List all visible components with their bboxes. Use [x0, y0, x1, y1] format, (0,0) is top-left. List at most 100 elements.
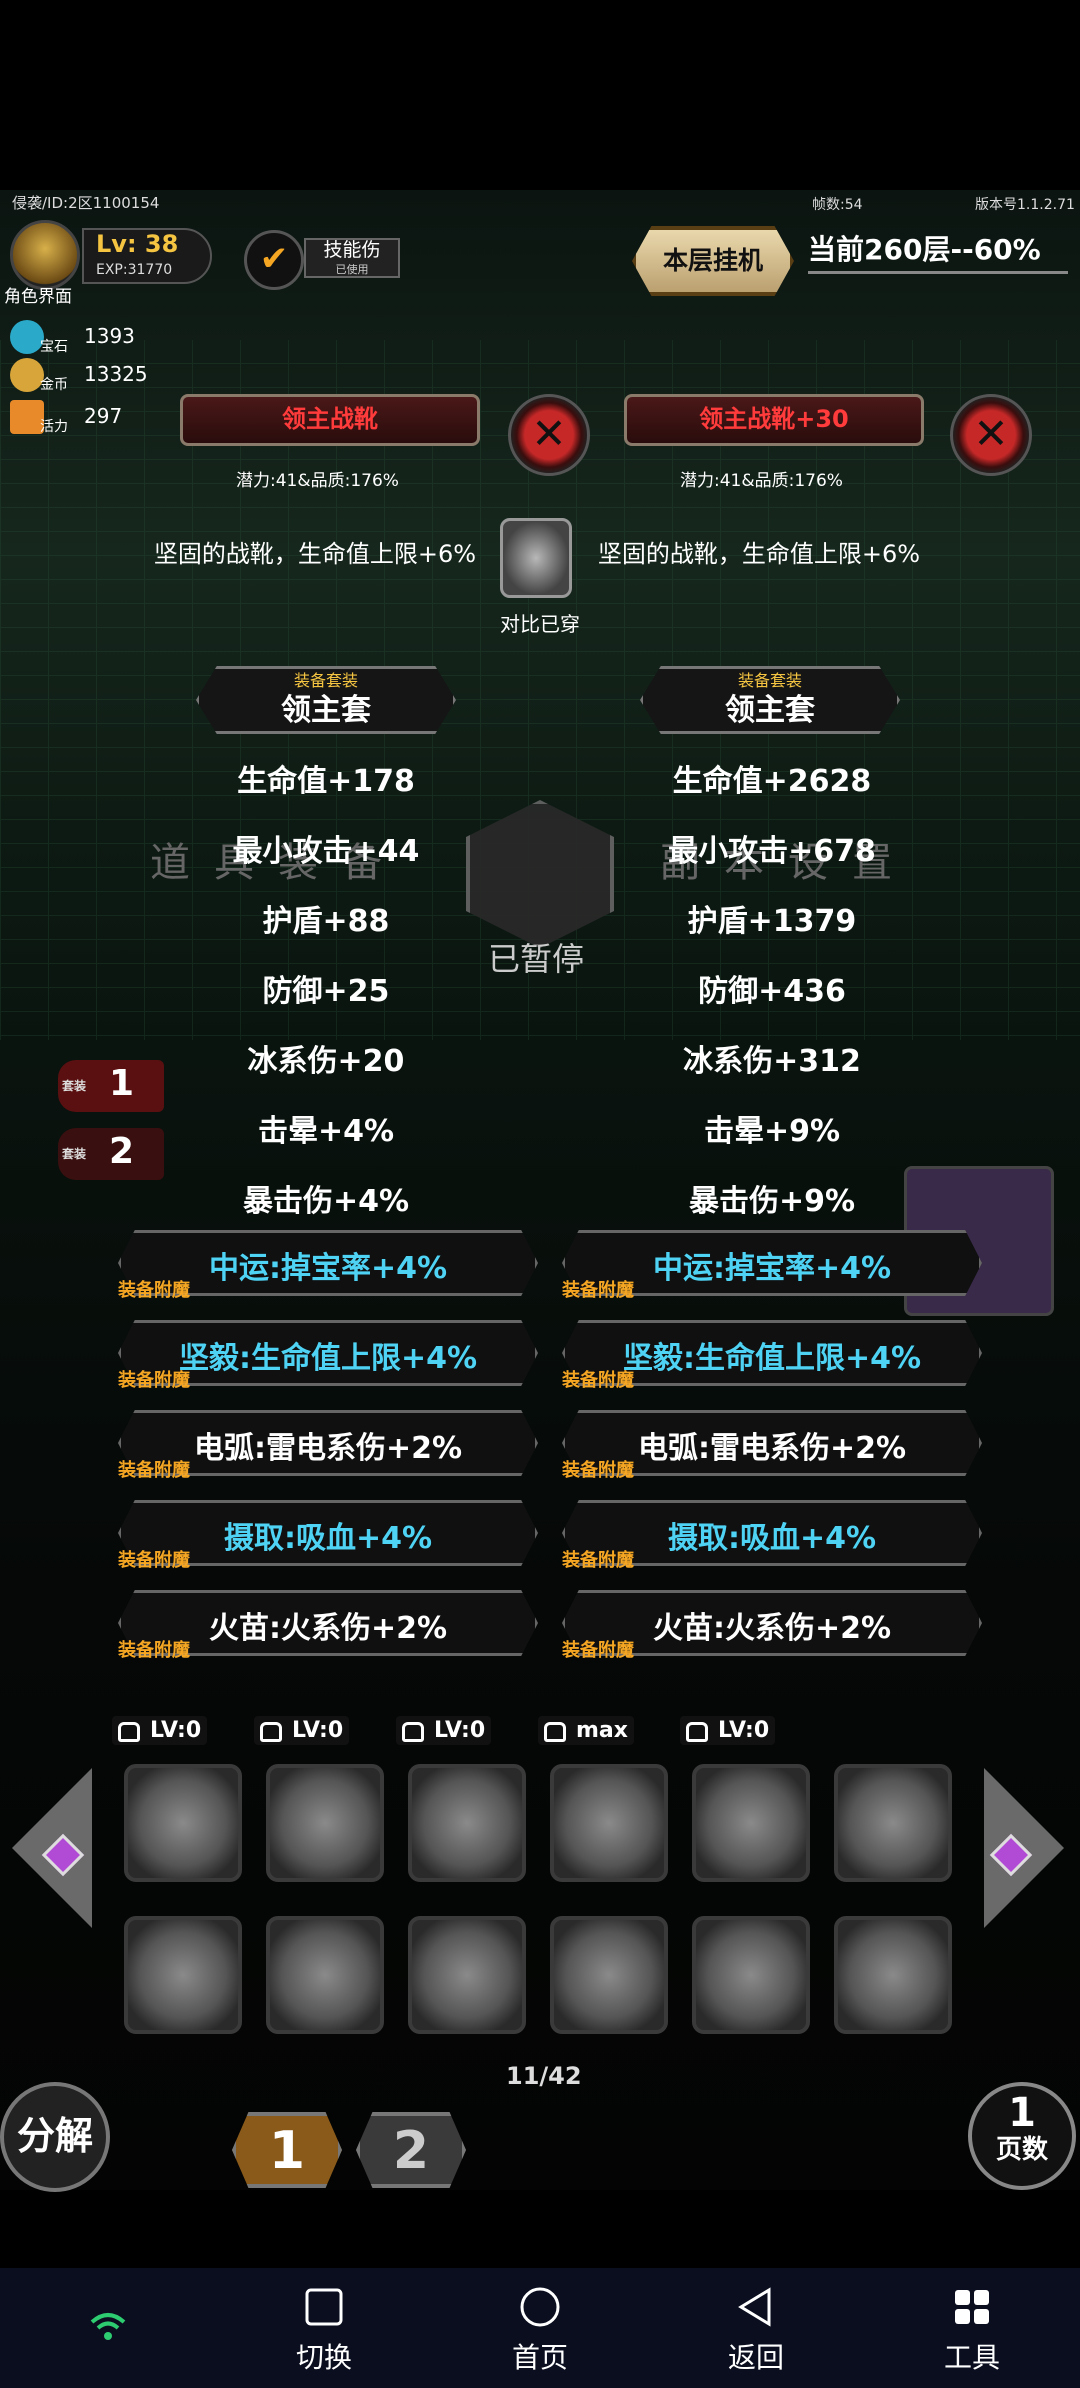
- right-potential: 潜力:41&品质:176%: [680, 471, 843, 491]
- resource-value: 13325: [84, 362, 148, 386]
- left-stat: 护盾+88: [262, 904, 390, 939]
- inventory-slot[interactable]: [124, 1764, 242, 1882]
- right-stat: 防御+436: [698, 974, 846, 1009]
- set-name: 领主套: [281, 693, 371, 728]
- right-stat: 击晕+9%: [703, 1114, 841, 1149]
- slot-level-text: max: [576, 1718, 628, 1743]
- right-set-tag: 装备套装 领主套: [640, 666, 900, 734]
- afk-floor-button[interactable]: 本层挂机: [632, 226, 794, 296]
- floor-progress: 当前260层--60%: [808, 228, 1068, 274]
- version-text: 版本号1.1.2.71: [975, 197, 1075, 213]
- left-stat: 冰系伤+20: [247, 1044, 405, 1079]
- enchant-tag: 装备附魔: [562, 1280, 634, 1301]
- avatar[interactable]: [10, 220, 80, 290]
- right-stat: 生命值+2628: [672, 764, 872, 799]
- nav-tools[interactable]: 工具: [912, 2286, 1032, 2376]
- lock-icon: [402, 1722, 424, 1742]
- set-caption: 装备套装: [293, 671, 358, 690]
- avatar-label[interactable]: 角色界面: [4, 282, 72, 307]
- inventory-slot[interactable]: [692, 1916, 810, 2034]
- lock-icon: [686, 1722, 708, 1742]
- helmet-icon[interactable]: [500, 518, 572, 598]
- left-stat: 最小攻击+44: [232, 834, 420, 869]
- back-triangle-icon: [738, 2287, 771, 2327]
- decompose-button[interactable]: 分解: [0, 2082, 110, 2192]
- page-tab-2[interactable]: 2: [356, 2112, 466, 2188]
- game-screen: 侵袭/ID:2区1100154 角色界面 Lv: 38 EXP:31770 宝石…: [0, 190, 1080, 2190]
- player-id: 侵袭/ID:2区1100154: [12, 194, 160, 212]
- resource-energy: 活力 297: [10, 400, 170, 435]
- suit-number: 1: [108, 1063, 134, 1104]
- coin-icon: [10, 358, 44, 392]
- lightning-icon: [10, 400, 44, 434]
- inventory-slot[interactable]: [408, 1764, 526, 1882]
- afk-floor-label: 本层挂机: [662, 246, 763, 275]
- right-stat: 护盾+1379: [687, 904, 857, 939]
- slot-level-text: LV:0: [434, 1718, 486, 1743]
- page-tab-1[interactable]: 1: [232, 2112, 342, 2188]
- slot-level: LV:0: [112, 1716, 208, 1745]
- suit-label: 套装: [62, 1147, 87, 1161]
- square-icon: [305, 2288, 343, 2326]
- inventory-slot[interactable]: [266, 1764, 384, 1882]
- lock-icon: [260, 1722, 282, 1742]
- level-text: Lv: 38: [96, 230, 179, 258]
- skill-damage-button[interactable]: ✔ 技能伤 已使用: [244, 230, 404, 290]
- enchant-tag: 装备附魔: [562, 1550, 634, 1571]
- pause-label[interactable]: 已暂停: [488, 934, 584, 980]
- suit-button-2[interactable]: 2 套装: [58, 1128, 164, 1180]
- grid-icon: [955, 2290, 989, 2324]
- right-stat: 暴击伤+9%: [688, 1184, 856, 1219]
- inventory-slot[interactable]: [834, 1916, 952, 2034]
- enchant-tag: 装备附魔: [562, 1370, 634, 1391]
- set-name: 领主套: [725, 693, 815, 728]
- resource-label: 宝石: [40, 339, 68, 355]
- page-count-button[interactable]: 1 页数: [968, 2082, 1076, 2190]
- set-caption: 装备套装: [737, 671, 802, 690]
- resource-gold: 金币 13325: [10, 358, 170, 393]
- nav-label: 首页: [511, 2341, 568, 2374]
- nav-switch[interactable]: 切换: [264, 2286, 384, 2376]
- slot-level: LV:0: [254, 1716, 350, 1745]
- compare-equipped-label[interactable]: 对比已穿: [500, 608, 580, 637]
- slot-level: LV:0: [680, 1716, 776, 1745]
- suit-button-1[interactable]: 1 套装: [58, 1060, 164, 1112]
- nav-back[interactable]: 返回: [696, 2286, 816, 2376]
- skill-sub-text: 已使用: [335, 263, 369, 276]
- enchant-tag: 装备附魔: [118, 1370, 190, 1391]
- close-icon[interactable]: ✕: [950, 394, 1032, 476]
- enchant-tag: 装备附魔: [118, 1550, 190, 1571]
- pages-label: 页数: [995, 2135, 1048, 2165]
- fps-text: 帧数:54: [812, 197, 863, 213]
- inventory-slot[interactable]: [692, 1764, 810, 1882]
- gem-icon: [10, 320, 44, 354]
- nav-label: 切换: [295, 2341, 352, 2374]
- left-stat: 防御+25: [262, 974, 390, 1009]
- inventory-slot[interactable]: [834, 1764, 952, 1882]
- inventory-slot[interactable]: [550, 1764, 668, 1882]
- exp-text: EXP:31770: [96, 262, 173, 278]
- suit-number: 2: [108, 1131, 134, 1172]
- slot-level-text: LV:0: [150, 1718, 202, 1743]
- lock-icon: [544, 1722, 566, 1742]
- slot-level: LV:0: [396, 1716, 492, 1745]
- slot-level-text: LV:0: [718, 1718, 770, 1743]
- resource-label: 活力: [40, 419, 68, 435]
- inventory-slot[interactable]: [266, 1916, 384, 2034]
- inventory-slot[interactable]: [124, 1916, 242, 2034]
- resource-value: 1393: [84, 324, 135, 348]
- pages-number: 1: [1008, 2090, 1036, 2136]
- right-stat: 最小攻击+678: [668, 834, 876, 869]
- inventory-slot[interactable]: [408, 1916, 526, 2034]
- inventory-slot[interactable]: [550, 1916, 668, 2034]
- circle-icon: [520, 2287, 560, 2327]
- enchant-tag: 装备附魔: [118, 1460, 190, 1481]
- resource-label: 金币: [40, 377, 68, 393]
- nav-label: 工具: [943, 2341, 1000, 2374]
- left-stat: 生命值+178: [237, 764, 415, 799]
- lock-icon: [118, 1722, 140, 1742]
- nav-home[interactable]: 首页: [480, 2286, 600, 2376]
- left-potential: 潜力:41&品质:176%: [236, 471, 399, 491]
- close-icon[interactable]: ✕: [508, 394, 590, 476]
- skill-label-text: 技能伤: [323, 239, 381, 261]
